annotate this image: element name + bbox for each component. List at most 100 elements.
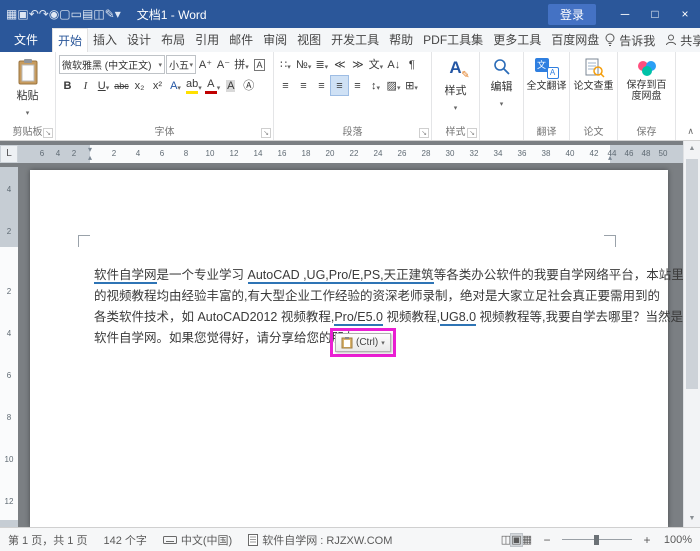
save-icon[interactable]: ▣ <box>17 7 28 21</box>
page-indicator[interactable]: 第 1 页，共 1 页 <box>8 532 87 548</box>
tab-mailings[interactable]: 邮件 <box>224 28 258 52</box>
tab-layout[interactable]: 布局 <box>156 28 190 52</box>
char-shading-button[interactable]: A <box>222 76 239 95</box>
bold-button[interactable]: B <box>59 76 76 95</box>
underline-button[interactable]: U <box>95 76 112 95</box>
new-document-icon[interactable]: ▢ <box>59 7 70 21</box>
tab-design[interactable]: 设计 <box>122 28 156 52</box>
ruler-number: 2 <box>111 149 117 158</box>
scroll-down-arrow[interactable]: ▼ <box>684 511 700 527</box>
tab-home[interactable]: 开始 <box>52 28 89 52</box>
font-color-button[interactable]: A <box>204 76 222 95</box>
touch-mode-icon[interactable]: ◉ <box>49 7 59 21</box>
distribute-button[interactable]: ≡ <box>349 76 366 95</box>
styles-icon: A ✎ <box>449 58 470 81</box>
paper-check-button[interactable]: 论文查重 <box>572 53 615 125</box>
collapse-ribbon-button[interactable]: ∧ <box>687 126 694 137</box>
web-layout-button[interactable]: ▦ <box>522 534 532 546</box>
app-menu-icon[interactable]: ▦ <box>6 7 17 21</box>
shading-button[interactable]: ▨ <box>385 76 402 95</box>
increase-indent-button[interactable]: ≫ <box>349 55 366 74</box>
subscript-button[interactable]: x₂ <box>131 76 148 95</box>
maximize-button[interactable]: □ <box>640 0 670 28</box>
font-size-select[interactable]: 小五 <box>166 55 196 74</box>
left-indent-marker[interactable]: ▴ <box>88 154 92 162</box>
shrink-font-button[interactable]: A⁻ <box>215 55 232 74</box>
highlight-button[interactable]: ab <box>185 76 203 95</box>
share-button[interactable]: 共享 <box>665 32 700 49</box>
bullets-button[interactable]: ∷ <box>277 55 294 74</box>
justify-button[interactable]: ≡ <box>330 75 349 96</box>
enclose-character-button[interactable]: Ⓐ <box>240 76 257 95</box>
quick-print-icon[interactable]: ▤ <box>82 7 93 21</box>
editing-button[interactable]: 编辑 <box>482 53 521 125</box>
line-spacing-button[interactable]: ↕ <box>367 76 384 95</box>
decrease-indent-button[interactable]: ≪ <box>331 55 348 74</box>
vertical-scrollbar[interactable]: ▲ ▼ <box>683 141 700 527</box>
grow-font-button[interactable]: A⁺ <box>197 55 214 74</box>
tab-pdf-tools[interactable]: PDF工具集 <box>418 28 488 52</box>
horizontal-ruler: ▾ ▴ ▴ 6 4 2 2 4 6 8 10 12 14 16 18 20 22 24 26 28 30 32 34 3… <box>0 145 683 163</box>
zoom-slider-thumb[interactable] <box>594 534 599 545</box>
tab-references[interactable]: 引用 <box>190 28 224 52</box>
zoom-out-button[interactable]: − <box>540 533 554 547</box>
zoom-level[interactable]: 100% <box>662 534 692 546</box>
character-border-button[interactable]: A <box>251 55 268 74</box>
multilevel-list-button[interactable]: ≣ <box>313 55 330 74</box>
customize-qat-icon[interactable]: ▾ <box>115 7 121 21</box>
borders-button[interactable]: ⊞ <box>403 76 420 95</box>
italic-button[interactable]: I <box>77 76 94 95</box>
redo-icon[interactable]: ↷ <box>39 7 49 21</box>
tab-baidu-pan[interactable]: 百度网盘 <box>546 28 604 52</box>
close-button[interactable]: × <box>670 0 700 28</box>
asian-layout-button[interactable]: 文 <box>367 55 384 74</box>
baidu-save-button[interactable]: 保存到百度网盘 <box>620 53 673 125</box>
font-name-select[interactable]: 微软雅黑 (中文正文) <box>59 55 165 74</box>
print-preview-icon[interactable]: ◫ <box>93 7 104 21</box>
paragraph-dialog-launcher[interactable]: ↘ <box>419 128 429 138</box>
tab-file[interactable]: 文件 <box>0 28 53 52</box>
baidu-group-label: 保存 <box>636 127 657 138</box>
draw-icon[interactable]: ✎ <box>105 7 115 21</box>
styles-dialog-launcher[interactable]: ↘ <box>467 128 477 138</box>
zoom-slider[interactable] <box>562 533 632 547</box>
align-left-button[interactable]: ≡ <box>277 76 294 95</box>
tab-insert[interactable]: 插入 <box>88 28 122 52</box>
paste-options-button[interactable]: (Ctrl) <box>335 333 391 352</box>
document-page[interactable]: 软件自学网是一个专业学习 AutoCAD ,UG,Pro/E,PS,天正建筑等各… <box>30 170 684 527</box>
tab-help[interactable]: 帮助 <box>384 28 418 52</box>
strikethrough-button[interactable]: abc <box>113 76 130 95</box>
read-mode-button[interactable]: ◫ <box>501 534 511 546</box>
show-marks-button[interactable]: ¶ <box>403 55 420 74</box>
minimize-button[interactable]: ─ <box>610 0 640 28</box>
zoom-in-button[interactable]: + <box>640 533 654 547</box>
align-right-button[interactable]: ≡ <box>313 76 330 95</box>
paste-button[interactable]: 粘贴 <box>2 53 53 125</box>
sort-button[interactable]: A↓ <box>385 55 402 74</box>
undo-icon[interactable]: ↶ <box>29 7 39 21</box>
tell-me-button[interactable]: 告诉我 <box>604 32 655 49</box>
word-count[interactable]: 142 个字 <box>103 532 146 548</box>
styles-button[interactable]: A ✎ 样式 <box>434 53 477 125</box>
scroll-up-arrow[interactable]: ▲ <box>684 141 700 157</box>
translate-group: 文A 全文翻译 翻译 <box>524 52 570 140</box>
numbering-button[interactable]: № <box>295 55 312 74</box>
tab-stop-selector[interactable]: L <box>0 145 18 163</box>
text-effects-button[interactable]: A <box>167 76 184 95</box>
superscript-button[interactable]: x² <box>149 76 166 95</box>
tab-developer[interactable]: 开发工具 <box>326 28 384 52</box>
phonetic-guide-button[interactable]: 拼 <box>233 55 250 74</box>
login-button[interactable]: 登录 <box>547 3 596 25</box>
align-center-button[interactable]: ≡ <box>295 76 312 95</box>
tab-review[interactable]: 审阅 <box>258 28 292 52</box>
language-indicator[interactable]: 中文(中国) <box>162 532 232 548</box>
clipboard-dialog-launcher[interactable]: ↘ <box>43 128 53 138</box>
tab-more-tools[interactable]: 更多工具 <box>488 28 546 52</box>
paste-dropdown-arrow[interactable] <box>26 104 30 118</box>
print-layout-button[interactable]: ▣ <box>510 532 523 547</box>
open-icon[interactable]: ▭ <box>71 7 82 21</box>
full-text-translate-button[interactable]: 文A 全文翻译 <box>526 53 567 125</box>
font-dialog-launcher[interactable]: ↘ <box>261 128 271 138</box>
tab-view[interactable]: 视图 <box>292 28 326 52</box>
scrollbar-thumb[interactable] <box>686 159 698 389</box>
